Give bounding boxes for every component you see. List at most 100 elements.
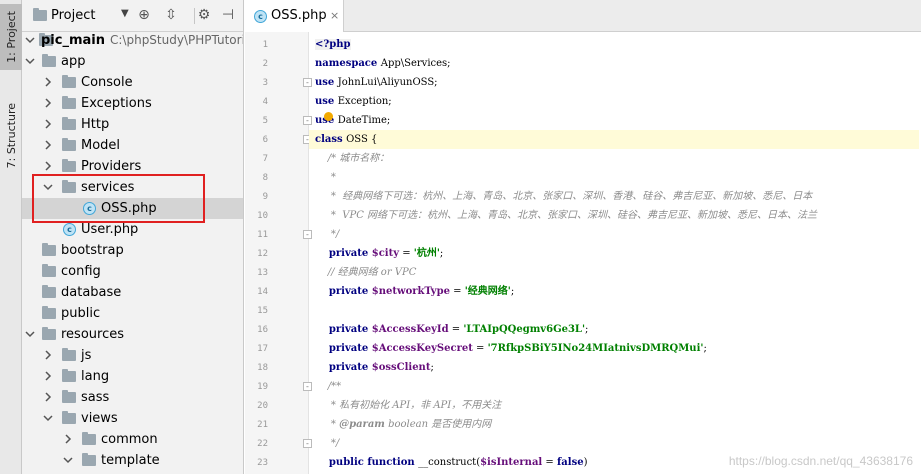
line-number: 21 xyxy=(257,420,268,430)
chevron-right-icon[interactable] xyxy=(43,392,53,402)
line-number: 12 xyxy=(257,249,268,259)
tree-item-label: common xyxy=(101,432,158,447)
hide-panel-icon[interactable]: ⊣ xyxy=(220,7,236,23)
editor-tab-oss-php[interactable]: c OSS.php × xyxy=(245,0,344,32)
code-token: @param xyxy=(339,419,385,430)
chevron-down-icon[interactable] xyxy=(43,182,53,192)
line-number: 1 xyxy=(262,40,268,50)
tree-item-services[interactable]: services xyxy=(22,177,243,198)
chevron-down-icon[interactable] xyxy=(25,329,35,339)
folder-icon xyxy=(62,117,76,130)
folder-icon xyxy=(62,180,76,193)
code-token: * 私有初始化 API，非 API，不用关注 xyxy=(315,400,502,411)
tree-item-providers[interactable]: Providers xyxy=(22,156,243,177)
tree-item-lang[interactable]: lang xyxy=(22,366,243,387)
chevron-right-icon[interactable] xyxy=(43,98,53,108)
tree-item-config[interactable]: config xyxy=(22,261,243,282)
tree-item-sass[interactable]: sass xyxy=(22,387,243,408)
tree-root-pic-main[interactable]: pic_main C:\phpStudy\PHPTutorial xyxy=(22,30,243,51)
code-token: '7RfkpSBiY5INo24MIatnivsDMRQMui' xyxy=(487,343,704,354)
code-line: private $city = '杭州'; xyxy=(315,244,921,263)
project-tool-tab[interactable]: 1: Project xyxy=(0,4,22,70)
chevron-right-icon[interactable] xyxy=(43,77,53,87)
tree-item-label: Http xyxy=(81,117,110,132)
code-line: */ xyxy=(315,225,921,244)
code-token: * VPC 网络下可选：杭州、上海、青岛、北京、张家口、深圳、硅谷、弗吉尼亚、新… xyxy=(315,210,818,221)
tree-item-model[interactable]: Model xyxy=(22,135,243,156)
code-token: function xyxy=(367,457,419,468)
tree-item-label: app xyxy=(61,54,86,69)
line-number: 15 xyxy=(257,306,268,316)
tree-item-template[interactable]: template xyxy=(22,450,243,471)
code-token: $AccessKeyId xyxy=(371,324,449,335)
code-token: $ossClient xyxy=(371,362,431,373)
intention-bulb-icon[interactable] xyxy=(324,112,333,121)
project-view-selector[interactable]: Project xyxy=(51,8,95,23)
tree-item-label: Model xyxy=(81,138,121,153)
line-number: 6 xyxy=(262,135,268,145)
folder-icon xyxy=(82,432,96,445)
tree-item-user-php[interactable]: c User.php xyxy=(22,219,243,240)
tree-item-oss-php[interactable]: c OSS.php xyxy=(22,198,243,219)
tree-item-database[interactable]: database xyxy=(22,282,243,303)
tree-item-label: User.php xyxy=(81,222,139,237)
tree-item-common[interactable]: common xyxy=(22,429,243,450)
structure-tool-tab[interactable]: 7: Structure xyxy=(0,96,22,176)
folder-icon xyxy=(62,411,76,424)
code-token: JohnLui\AliyunOSS; xyxy=(337,77,438,88)
chevron-down-icon[interactable] xyxy=(43,413,53,423)
php-file-icon: c xyxy=(254,10,267,23)
folder-icon xyxy=(62,138,76,151)
chevron-down-icon[interactable]: ▼ xyxy=(121,8,129,19)
code-token: private xyxy=(315,362,372,373)
tree-item-label: sass xyxy=(81,390,110,405)
root-name: pic_main xyxy=(41,33,105,48)
code-line: private $networkType = '经典网络'; xyxy=(315,282,921,301)
tree-item-resources[interactable]: resources xyxy=(22,324,243,345)
editor-tab-bar: c OSS.php × xyxy=(245,0,921,32)
tree-item-http[interactable]: Http xyxy=(22,114,243,135)
chevron-right-icon[interactable] xyxy=(43,371,53,381)
chevron-right-icon[interactable] xyxy=(43,161,53,171)
code-line: use DateTime; xyxy=(315,111,921,130)
chevron-right-icon[interactable] xyxy=(43,140,53,150)
tree-item-js[interactable]: js xyxy=(22,345,243,366)
collapse-all-icon[interactable]: ⇳ xyxy=(163,7,179,23)
folder-icon xyxy=(42,54,56,67)
tree-item-label: public xyxy=(61,306,101,321)
code-token: $city xyxy=(371,248,400,259)
gear-icon[interactable]: ⚙ xyxy=(196,7,212,23)
code-line: * 经典网络下可选：杭州、上海、青岛、北京、张家口、深圳、香港、硅谷、弗吉尼亚、… xyxy=(315,187,921,206)
code-line: class OSS { xyxy=(309,130,919,149)
chevron-down-icon[interactable] xyxy=(63,455,73,465)
chevron-right-icon[interactable] xyxy=(63,434,73,444)
chevron-down-icon[interactable] xyxy=(25,35,35,45)
locate-target-icon[interactable]: ⊕ xyxy=(136,7,152,23)
chevron-right-icon[interactable] xyxy=(43,350,53,360)
tree-item-label: Providers xyxy=(81,159,142,174)
code-line: * xyxy=(315,168,921,187)
tree-item-views[interactable]: views xyxy=(22,408,243,429)
line-number: 16 xyxy=(257,325,268,335)
folder-icon xyxy=(82,453,96,466)
line-number: 9 xyxy=(262,192,268,202)
tree-item-bootstrap[interactable]: bootstrap xyxy=(22,240,243,261)
tree-item-label: template xyxy=(101,453,160,468)
tree-item-app[interactable]: app xyxy=(22,51,243,72)
tree-item-label: views xyxy=(81,411,118,426)
code-token: '经典网络' xyxy=(464,286,511,297)
line-number: 17 xyxy=(257,344,268,354)
tree-item-public[interactable]: public xyxy=(22,303,243,324)
code-token: use xyxy=(315,77,338,88)
code-area[interactable]: <?php namespace App\Services; use JohnLui\… xyxy=(309,32,921,474)
chevron-right-icon[interactable] xyxy=(43,119,53,129)
code-token: DateTime; xyxy=(337,115,391,126)
tree-item-console[interactable]: Console xyxy=(22,72,243,93)
tree-item-label: config xyxy=(61,264,101,279)
tool-window-strip: 1: Project 7: Structure xyxy=(0,0,22,474)
chevron-down-icon[interactable] xyxy=(25,56,35,66)
close-icon[interactable]: × xyxy=(330,9,339,22)
tree-item-exceptions[interactable]: Exceptions xyxy=(22,93,243,114)
tree-item-label: OSS.php xyxy=(101,201,157,216)
header-divider xyxy=(194,8,195,24)
